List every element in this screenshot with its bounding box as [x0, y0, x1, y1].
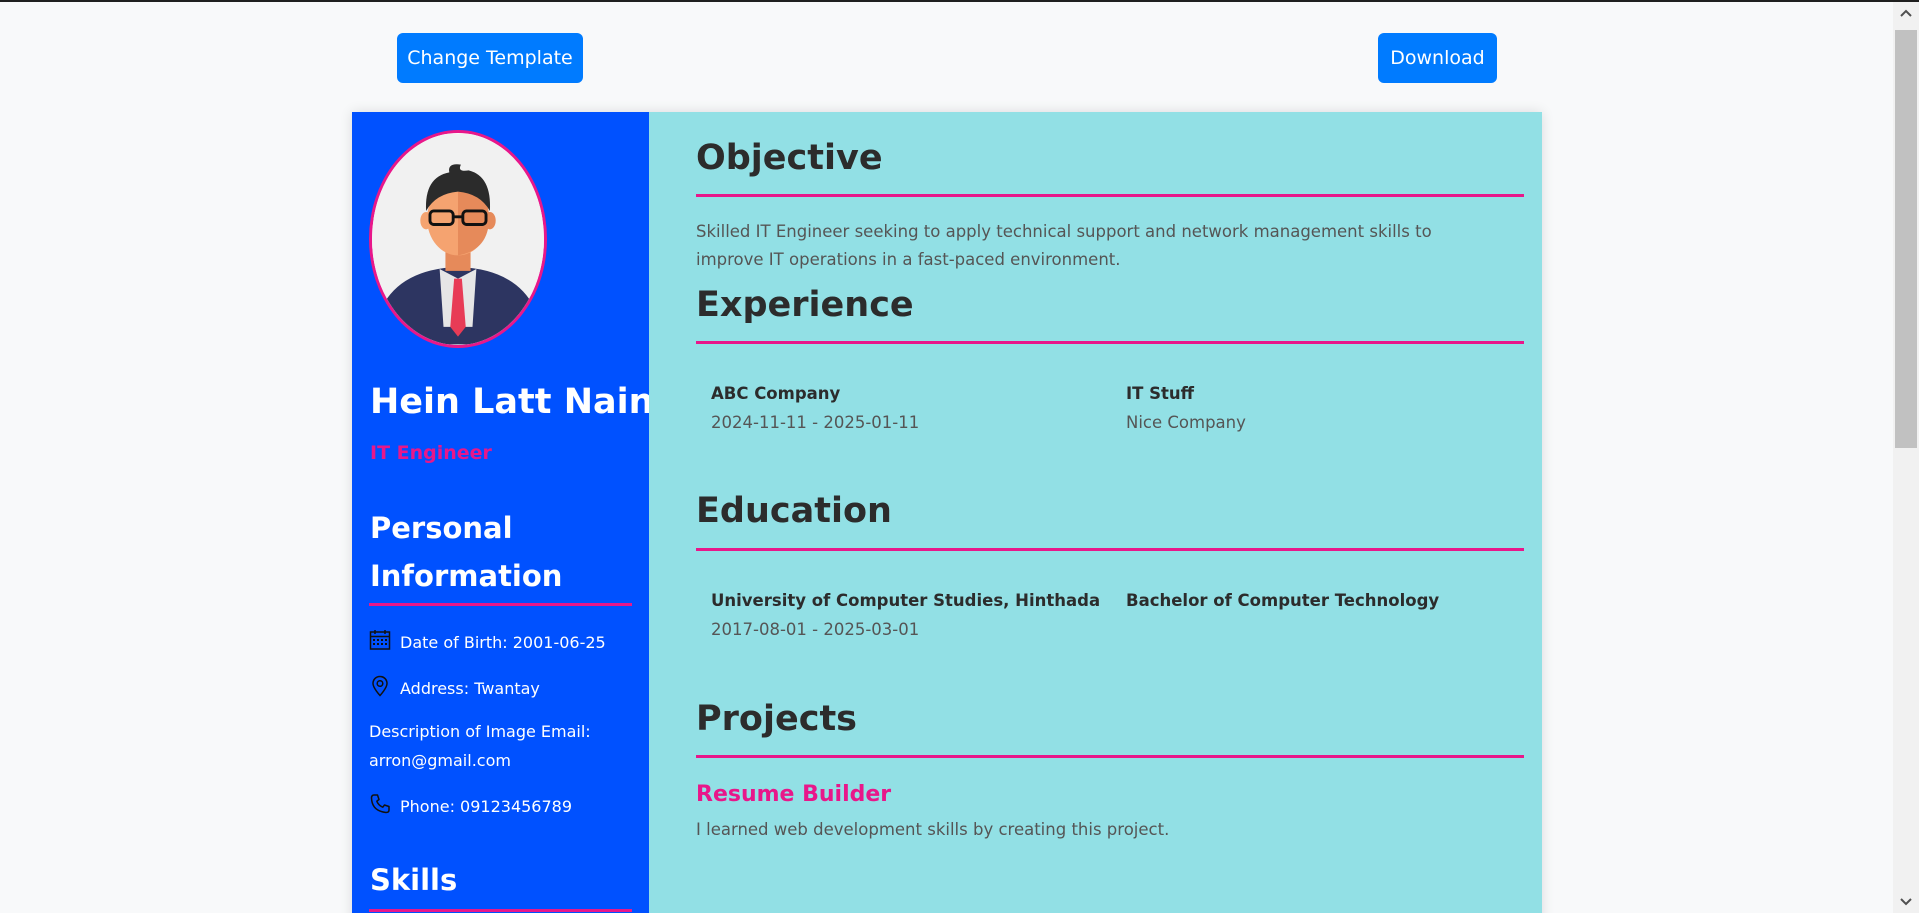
- projects-divider: [696, 755, 1524, 758]
- personal-info-divider: [369, 603, 632, 606]
- project-title: Resume Builder: [696, 782, 892, 807]
- skills-divider: [369, 909, 632, 912]
- dob-row: Date of Birth: 2001-06-25: [369, 628, 634, 657]
- resume-preview: Hein Latt Naing IT Engineer Personal Inf…: [352, 112, 1542, 913]
- scroll-down-icon[interactable]: [1893, 891, 1919, 913]
- education-divider: [696, 548, 1524, 551]
- address-row: Address: Twantay: [369, 674, 634, 703]
- address-text: Address: Twantay: [400, 679, 540, 698]
- location-pin-icon: [369, 675, 391, 697]
- experience-divider: [696, 341, 1524, 344]
- project-description: I learned web development skills by crea…: [696, 820, 1170, 839]
- calendar-icon: [369, 629, 391, 651]
- phone-text: Phone: 09123456789: [400, 797, 573, 816]
- page-viewport: Change Template Download Hein Latt Naing…: [0, 2, 1893, 913]
- projects-heading: Projects: [696, 699, 858, 739]
- resume-main: Objective Skilled IT Engineer seeking to…: [649, 112, 1542, 913]
- personal-info-heading: Personal Information: [370, 511, 563, 593]
- objective-text: Skilled IT Engineer seeking to apply tec…: [696, 222, 1432, 269]
- dob-text: Date of Birth: 2001-06-25: [400, 633, 606, 652]
- scrollbar-thumb[interactable]: [1895, 30, 1917, 448]
- experience-company: ABC Company: [711, 384, 841, 403]
- education-degree: Bachelor of Computer Technology: [1126, 591, 1440, 610]
- resume-sidebar: Hein Latt Naing IT Engineer Personal Inf…: [352, 112, 679, 913]
- education-dates: 2017-08-01 - 2025-03-01: [711, 620, 920, 639]
- objective-heading: Objective: [696, 138, 883, 178]
- phone-row: Phone: 09123456789: [369, 792, 634, 821]
- scroll-up-icon[interactable]: [1893, 2, 1919, 24]
- education-school: University of Computer Studies, Hinthada: [711, 591, 1101, 610]
- download-button[interactable]: Download: [1378, 33, 1497, 83]
- email-row: Description of Image Email: arron@gmail.…: [369, 717, 634, 775]
- experience-description: Nice Company: [1126, 413, 1246, 432]
- phone-icon: [369, 793, 391, 815]
- skills-heading: Skills: [370, 863, 458, 897]
- email-text: Description of Image Email: arron@gmail.…: [369, 722, 591, 770]
- candidate-role: IT Engineer: [370, 442, 492, 464]
- candidate-name: Hein Latt Naing: [370, 382, 679, 422]
- experience-dates: 2024-11-11 - 2025-01-11: [711, 413, 920, 432]
- avatar: [369, 130, 547, 348]
- experience-position: IT Stuff: [1126, 384, 1195, 403]
- objective-divider: [696, 194, 1524, 197]
- experience-heading: Experience: [696, 285, 914, 325]
- education-heading: Education: [696, 491, 892, 531]
- change-template-button[interactable]: Change Template: [397, 33, 583, 83]
- profile-avatar-icon: [372, 133, 544, 345]
